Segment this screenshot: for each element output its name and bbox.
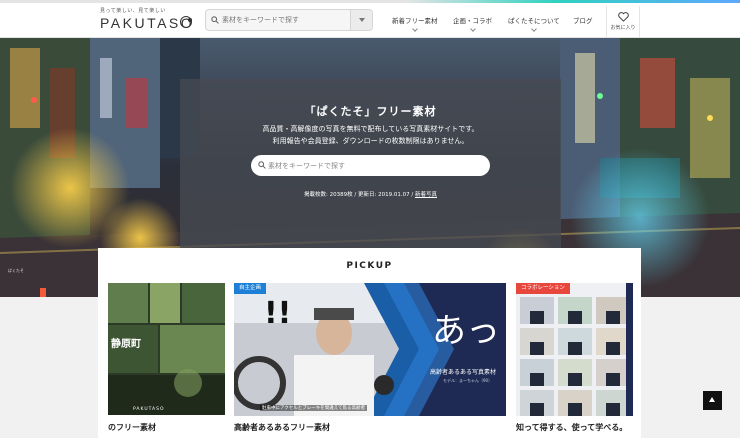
search-category-dropdown[interactable] xyxy=(350,10,372,30)
nav-label: 新着フリー素材 xyxy=(392,17,438,25)
nav-label: 企画・コラボ xyxy=(453,17,492,25)
card-overlay-brand: PAKUTASO xyxy=(133,407,165,412)
chevron-down-icon xyxy=(411,26,418,32)
nav-blog[interactable]: ブログ xyxy=(573,15,593,25)
chevron-down-icon xyxy=(469,26,476,32)
hero-description-1: 高品質・高解像度の写真を無料で配布している写真素材サイトです。 xyxy=(262,125,479,133)
heart-icon xyxy=(617,12,629,22)
search-icon xyxy=(258,161,266,169)
arrow-up-icon xyxy=(709,397,715,402)
back-to-top-button[interactable] xyxy=(703,391,722,410)
card-overlay-model: モデル：まーちゃん（90） xyxy=(443,378,493,383)
pickup-card-caption: 知って得する、使って学べる。 xyxy=(516,423,628,432)
favorites-button[interactable]: お気に入り xyxy=(606,6,640,37)
card-overlay-title: 静原町 xyxy=(111,339,141,350)
logo-mark-icon xyxy=(180,16,192,28)
businessmen-grid-photo xyxy=(516,283,633,416)
chevron-down-icon xyxy=(359,18,365,22)
hero-photo-credit: ぱくたそ xyxy=(8,268,24,273)
site-logo[interactable]: 見って楽しい、見て楽しい PAKUTASO xyxy=(100,7,192,33)
search-icon xyxy=(211,16,219,24)
card-overlay-sub: 高齢者あるある写真素材 xyxy=(430,369,497,376)
hero-title: 「ぱくたそ」フリー素材 xyxy=(304,105,437,118)
nav-projects[interactable]: 企画・コラボ xyxy=(453,15,492,32)
card-overlay-big: あっ xyxy=(432,311,500,351)
nav-label: ぱくたそについて xyxy=(508,17,560,25)
card-overlay-note: 駐車中にアクセルとブレーキを間違えて焦る高齢者 xyxy=(260,405,368,411)
site-stats-text: 掲載枚数: 20389枚 / 更新日: 2019.01.07 / xyxy=(304,192,415,198)
card-badge: コラボレーション xyxy=(516,283,570,294)
pickup-card-image: !! 自主企画 あっ 高齢者あるある写真素材 モデル：まーちゃん（90） 駐車中… xyxy=(234,283,506,416)
card-badge: 自主企画 xyxy=(234,283,267,294)
new-photos-link[interactable]: 新着写真 xyxy=(415,192,437,198)
header-search-input[interactable] xyxy=(222,12,350,28)
hero-search-input[interactable] xyxy=(268,158,478,173)
svg-text:!!: !! xyxy=(264,296,291,331)
hero-search xyxy=(251,155,490,176)
site-stats: 掲載枚数: 20389枚 / 更新日: 2019.01.07 / 新着写真 xyxy=(180,190,561,198)
hero-description-2: 利用報告や会員登録、ダウンロードの枚数制限はありません。 xyxy=(272,137,469,145)
favorites-label: お気に入り xyxy=(610,25,636,31)
logo-tagline: 見って楽しい、見て楽しい xyxy=(100,8,166,14)
pickup-card-caption: 高齢者あるあるフリー素材 xyxy=(234,423,330,432)
hero-panel: 「ぱくたそ」フリー素材 高品質・高解像度の写真を無料で配布している写真素材サイト… xyxy=(180,79,561,256)
header-search xyxy=(205,9,373,31)
pickup-card-caption: のフリー素材 xyxy=(108,423,156,432)
nav-about[interactable]: ぱくたそについて xyxy=(508,15,560,32)
pickup-card-image: コラボレーション xyxy=(516,283,633,416)
pickup-heading: PICKUP xyxy=(346,261,393,271)
nav-new-materials[interactable]: 新着フリー素材 xyxy=(392,15,438,32)
pickup-card-image: 静原町 PAKUTASO xyxy=(108,283,225,415)
chevron-down-icon xyxy=(531,26,537,32)
nav-label: ブログ xyxy=(573,17,593,25)
site-header: 見って楽しい、見て楽しい PAKUTASO 新着フリー素材 企画・コラボ ぱくた… xyxy=(0,3,740,38)
